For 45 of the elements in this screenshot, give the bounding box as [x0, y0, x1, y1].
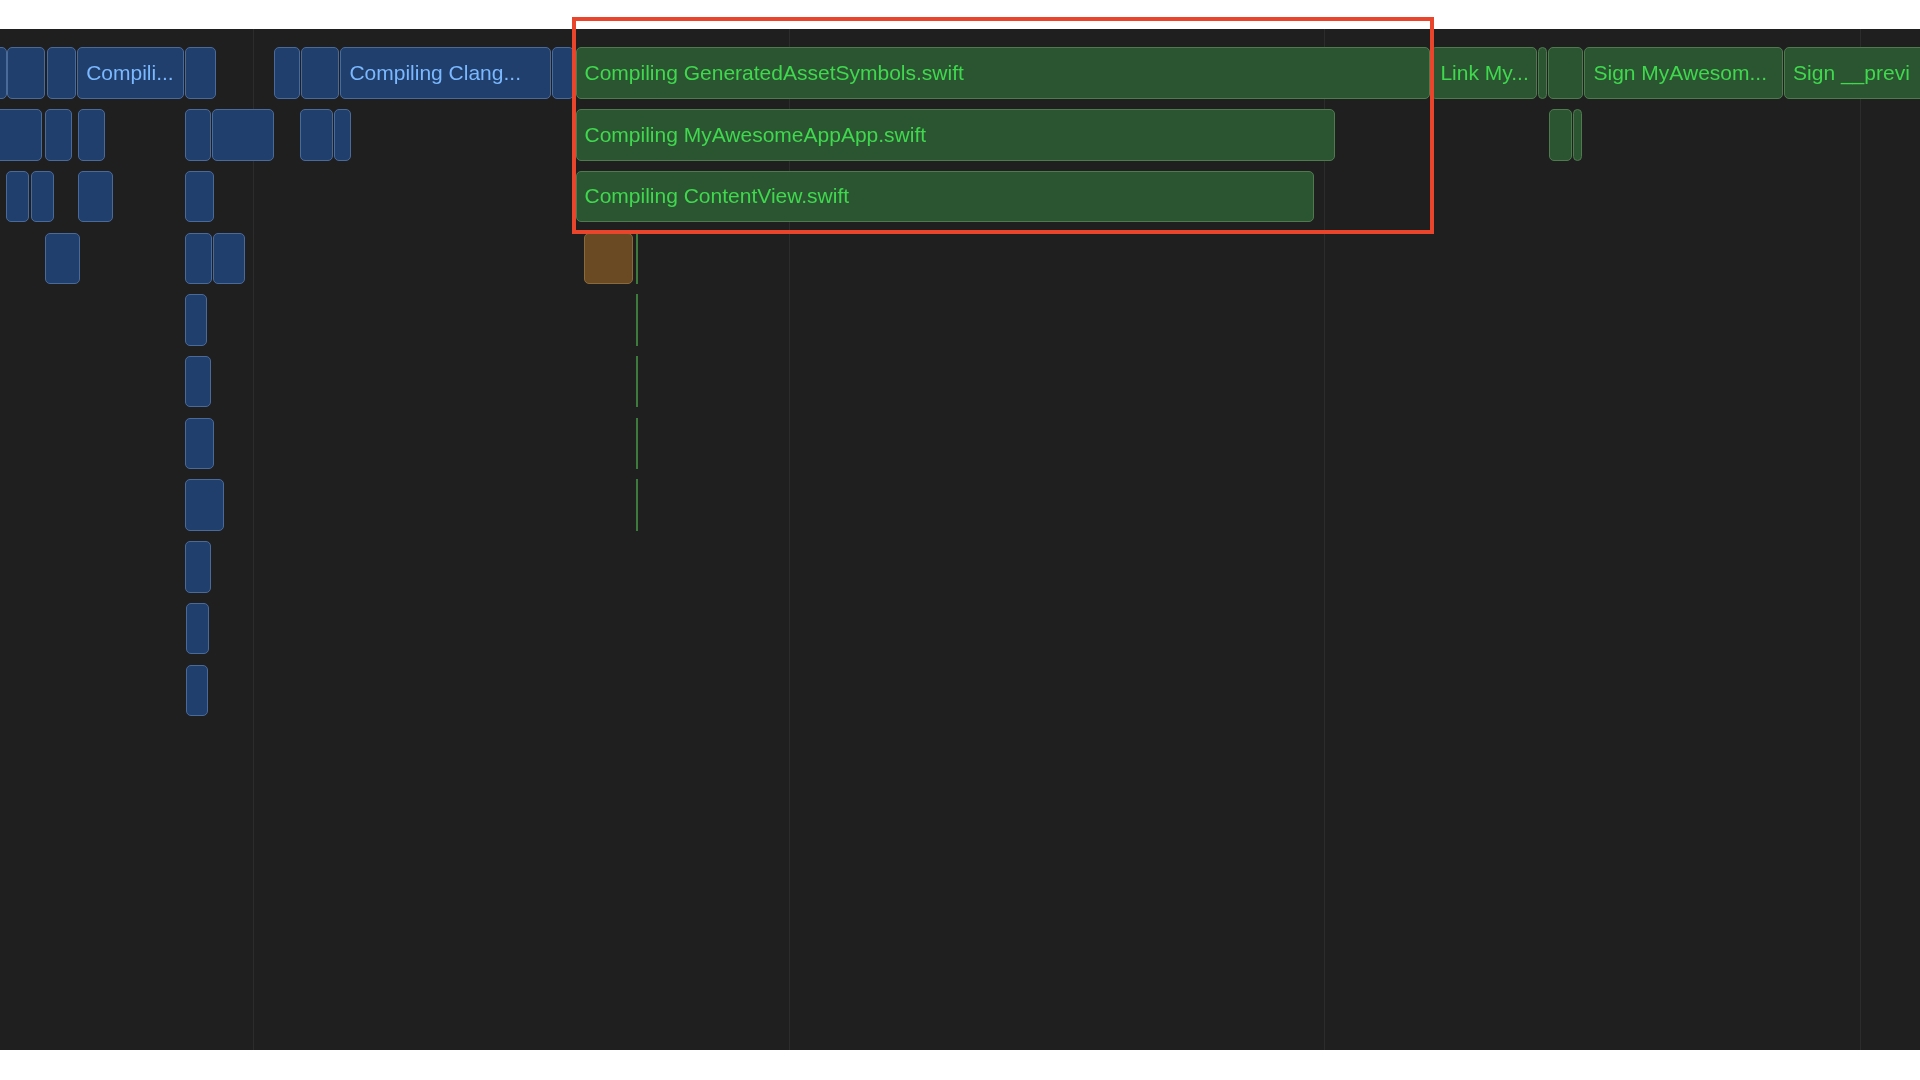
task-bar[interactable]: Compiling Clang... [340, 47, 551, 99]
task-bar[interactable] [334, 109, 352, 161]
task-bar[interactable]: Sign MyAwesom... [1584, 47, 1783, 99]
task-bar[interactable] [0, 109, 42, 161]
task-marker [636, 294, 639, 346]
task-bar[interactable] [184, 109, 211, 161]
task-bar[interactable]: Compiling GeneratedAssetSymbols.swift [575, 47, 1431, 99]
task-bar[interactable] [186, 664, 209, 716]
task-bar[interactable] [184, 170, 215, 223]
task-bar[interactable]: Sign __previ [1784, 47, 1920, 99]
task-bar[interactable]: Link My... [1431, 47, 1537, 99]
task-bar[interactable]: Compiling MyAwesomeAppApp.swift [575, 109, 1335, 161]
task-marker [636, 479, 639, 531]
task-bar[interactable] [45, 232, 80, 284]
task-bar[interactable] [301, 47, 340, 99]
task-bar[interactable] [1573, 109, 1583, 161]
task-bar[interactable] [30, 170, 54, 223]
task-bar[interactable] [6, 170, 30, 223]
task-bar[interactable] [78, 109, 106, 161]
task-bar[interactable] [213, 232, 245, 284]
task-bar[interactable]: Compili... [77, 47, 184, 99]
task-bar[interactable] [184, 294, 207, 346]
task-bar[interactable] [46, 47, 76, 99]
task-bar[interactable] [300, 109, 334, 161]
task-marker [636, 417, 639, 470]
task-bar[interactable] [211, 109, 275, 161]
task-bar[interactable] [1547, 47, 1584, 99]
task-bar[interactable] [184, 417, 215, 470]
task-bar[interactable] [184, 355, 211, 408]
task-bar[interactable] [1537, 47, 1547, 99]
task-bar[interactable] [7, 47, 46, 99]
task-bar[interactable] [184, 232, 212, 284]
task-bar[interactable] [184, 47, 216, 99]
task-bar[interactable] [274, 47, 300, 99]
task-bar[interactable] [584, 232, 634, 284]
task-bar[interactable] [184, 479, 225, 531]
task-bar[interactable] [45, 109, 73, 161]
task-bar[interactable] [186, 602, 210, 655]
task-marker [636, 232, 639, 284]
task-bar[interactable] [1548, 109, 1573, 161]
task-bar[interactable] [184, 541, 211, 593]
task-bar[interactable]: Compiling ContentView.swift [575, 170, 1314, 223]
task-bar[interactable] [552, 47, 575, 99]
task-marker [636, 355, 639, 408]
task-bar[interactable] [78, 170, 113, 223]
